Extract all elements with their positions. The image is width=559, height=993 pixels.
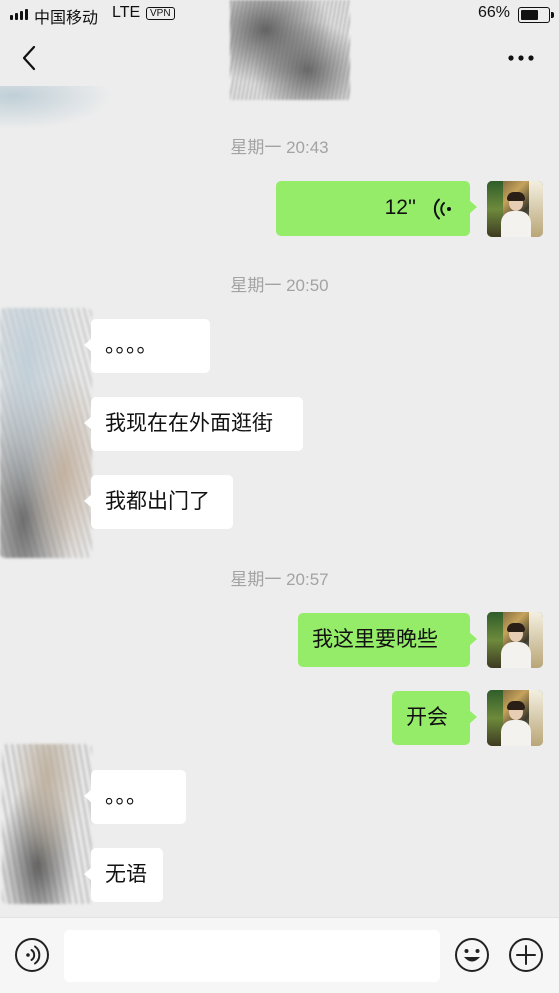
self-avatar[interactable] (487, 612, 543, 668)
blurred-region (0, 86, 130, 136)
voice-duration: 12'' (384, 196, 416, 219)
chat-header (0, 0, 559, 100)
voice-wave-icon (433, 198, 451, 220)
emoji-icon[interactable] (454, 937, 490, 973)
carrier-name: 中国移动 (34, 10, 99, 27)
received-message[interactable]: 。。。。 (84, 319, 210, 373)
battery-icon (518, 7, 554, 23)
received-message[interactable]: 。。。 (84, 770, 186, 824)
plus-circle-icon[interactable] (508, 937, 544, 973)
contact-avatar-blurred (0, 308, 92, 558)
sent-message[interactable]: 我这里要晚些 (298, 613, 477, 667)
self-avatar[interactable] (487, 690, 543, 746)
chevron-left-icon[interactable] (14, 42, 46, 74)
contact-avatar-blurred (2, 744, 92, 904)
voice-message-bubble[interactable]: 12'' (276, 181, 477, 236)
ellipsis-icon[interactable] (502, 42, 542, 74)
battery-level (521, 10, 539, 20)
received-message[interactable]: 我现在在外面逛街 (84, 397, 303, 451)
timestamp: 星期一 20:50 (230, 276, 329, 295)
received-message[interactable]: 我都出门了 (84, 475, 233, 529)
message-input-bar (0, 917, 559, 993)
network-type: LTE (112, 4, 141, 21)
message-input[interactable] (64, 930, 440, 982)
self-avatar[interactable] (487, 181, 543, 237)
sent-message[interactable]: 开会 (392, 691, 477, 745)
timestamp: 星期一 20:57 (230, 570, 329, 589)
timestamp: 星期一 20:43 (230, 138, 329, 157)
signal-strength-icon (10, 9, 28, 20)
voice-mode-icon[interactable] (14, 937, 50, 973)
battery-percent: 66% (478, 4, 511, 21)
received-message[interactable]: 无语 (84, 848, 163, 902)
blurred-contact-name (230, 0, 350, 100)
vpn-badge: VPN (146, 7, 175, 20)
